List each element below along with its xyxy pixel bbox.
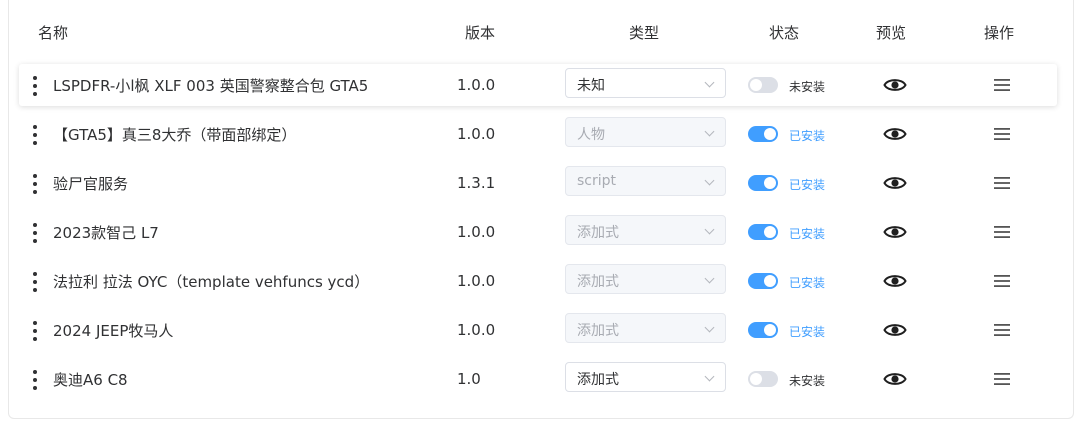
header-preview: 预览 bbox=[876, 24, 907, 42]
header-type: 类型 bbox=[629, 24, 660, 42]
mod-name: 验尸官服务 bbox=[53, 175, 129, 193]
chevron-down-icon bbox=[704, 322, 715, 333]
type-select: 人物 bbox=[565, 117, 726, 147]
drag-handle-icon[interactable] bbox=[32, 174, 38, 194]
chevron-down-icon bbox=[704, 273, 715, 284]
type-select: 添加式 bbox=[565, 215, 726, 245]
chevron-down-icon bbox=[704, 371, 715, 382]
eye-icon[interactable] bbox=[883, 320, 907, 340]
type-select: 添加式 bbox=[565, 313, 726, 343]
table-row[interactable]: LSPDFR-小l枫 XLF 003 英国警察整合包 GTA5 1.0.0 未知 未安… bbox=[19, 64, 1057, 106]
table-row[interactable]: 验尸官服务 1.3.1 script 已安装 bbox=[19, 162, 1057, 204]
mod-name: 【GTA5】真三8大乔（带面部绑定） bbox=[53, 126, 297, 144]
table-row[interactable]: 【GTA5】真三8大乔（带面部绑定） 1.0.0 人物 已安装 bbox=[19, 113, 1057, 155]
mod-name: 2024 JEEP牧马人 bbox=[53, 322, 174, 340]
chevron-down-icon bbox=[704, 77, 715, 88]
header-name: 名称 bbox=[38, 24, 69, 42]
type-select[interactable]: 添加式 bbox=[565, 362, 726, 392]
table-header: 名称 版本 类型 状态 预览 操作 bbox=[0, 0, 1080, 64]
install-toggle[interactable] bbox=[748, 77, 778, 93]
chevron-down-icon bbox=[704, 224, 715, 235]
status-label: 未安装 bbox=[789, 374, 826, 388]
eye-icon[interactable] bbox=[883, 222, 907, 242]
type-select-value: 添加式 bbox=[577, 225, 619, 241]
type-select-value: 添加式 bbox=[577, 274, 619, 290]
type-select-value: script bbox=[577, 173, 617, 189]
type-select: 添加式 bbox=[565, 264, 726, 294]
status-label: 已安装 bbox=[789, 276, 826, 290]
menu-icon[interactable] bbox=[993, 272, 1011, 290]
mod-version: 1.0.0 bbox=[457, 223, 496, 241]
status-label: 已安装 bbox=[789, 129, 826, 143]
status-label: 已安装 bbox=[789, 227, 826, 241]
install-toggle[interactable] bbox=[748, 371, 778, 387]
status-label: 未安装 bbox=[789, 80, 826, 94]
drag-handle-icon[interactable] bbox=[32, 370, 38, 390]
mod-name: 奥迪A6 C8 bbox=[53, 371, 128, 389]
menu-icon[interactable] bbox=[993, 370, 1011, 388]
status-label: 已安装 bbox=[789, 178, 826, 192]
type-select-value: 添加式 bbox=[577, 372, 619, 388]
status-label: 已安装 bbox=[789, 325, 826, 339]
table-row[interactable]: 2023款智己 L7 1.0.0 添加式 已安装 bbox=[19, 211, 1057, 253]
drag-handle-icon[interactable] bbox=[32, 125, 38, 145]
mod-version: 1.0 bbox=[457, 370, 481, 388]
drag-handle-icon[interactable] bbox=[32, 321, 38, 341]
eye-icon[interactable] bbox=[883, 75, 907, 95]
menu-icon[interactable] bbox=[993, 76, 1011, 94]
type-select[interactable]: 未知 bbox=[565, 68, 726, 98]
mod-version: 1.0.0 bbox=[457, 321, 496, 339]
mod-version: 1.0.0 bbox=[457, 76, 496, 94]
mod-name: LSPDFR-小l枫 XLF 003 英国警察整合包 GTA5 bbox=[53, 77, 369, 95]
mod-version: 1.0.0 bbox=[457, 272, 496, 290]
eye-icon[interactable] bbox=[883, 271, 907, 291]
mod-version: 1.0.0 bbox=[457, 125, 496, 143]
chevron-down-icon bbox=[704, 175, 715, 186]
mod-version: 1.3.1 bbox=[457, 174, 496, 192]
install-toggle[interactable] bbox=[748, 126, 778, 142]
header-ops: 操作 bbox=[984, 24, 1015, 42]
type-select: script bbox=[565, 166, 726, 196]
type-select-value: 未知 bbox=[577, 78, 605, 94]
header-status: 状态 bbox=[769, 24, 800, 42]
eye-icon[interactable] bbox=[883, 369, 907, 389]
menu-icon[interactable] bbox=[993, 223, 1011, 241]
install-toggle[interactable] bbox=[748, 175, 778, 191]
mod-name: 2023款智己 L7 bbox=[53, 224, 159, 242]
menu-icon[interactable] bbox=[993, 321, 1011, 339]
header-version: 版本 bbox=[465, 24, 496, 42]
table-row[interactable]: 法拉利 拉法 OYC（template vehfuncs ycd） 1.0.0 添加… bbox=[19, 260, 1057, 302]
menu-icon[interactable] bbox=[993, 125, 1011, 143]
drag-handle-icon[interactable] bbox=[32, 223, 38, 243]
install-toggle[interactable] bbox=[748, 322, 778, 338]
mod-name: 法拉利 拉法 OYC（template vehfuncs ycd） bbox=[53, 273, 370, 291]
eye-icon[interactable] bbox=[883, 124, 907, 144]
drag-handle-icon[interactable] bbox=[32, 272, 38, 292]
drag-handle-icon[interactable] bbox=[32, 76, 38, 96]
table-row[interactable]: 奥迪A6 C8 1.0 添加式 未安装 bbox=[19, 358, 1057, 400]
chevron-down-icon bbox=[704, 126, 715, 137]
install-toggle[interactable] bbox=[748, 273, 778, 289]
type-select-value: 人物 bbox=[577, 127, 605, 143]
eye-icon[interactable] bbox=[883, 173, 907, 193]
install-toggle[interactable] bbox=[748, 224, 778, 240]
type-select-value: 添加式 bbox=[577, 323, 619, 339]
menu-icon[interactable] bbox=[993, 174, 1011, 192]
table-row[interactable]: 2024 JEEP牧马人 1.0.0 添加式 已安装 bbox=[19, 309, 1057, 351]
